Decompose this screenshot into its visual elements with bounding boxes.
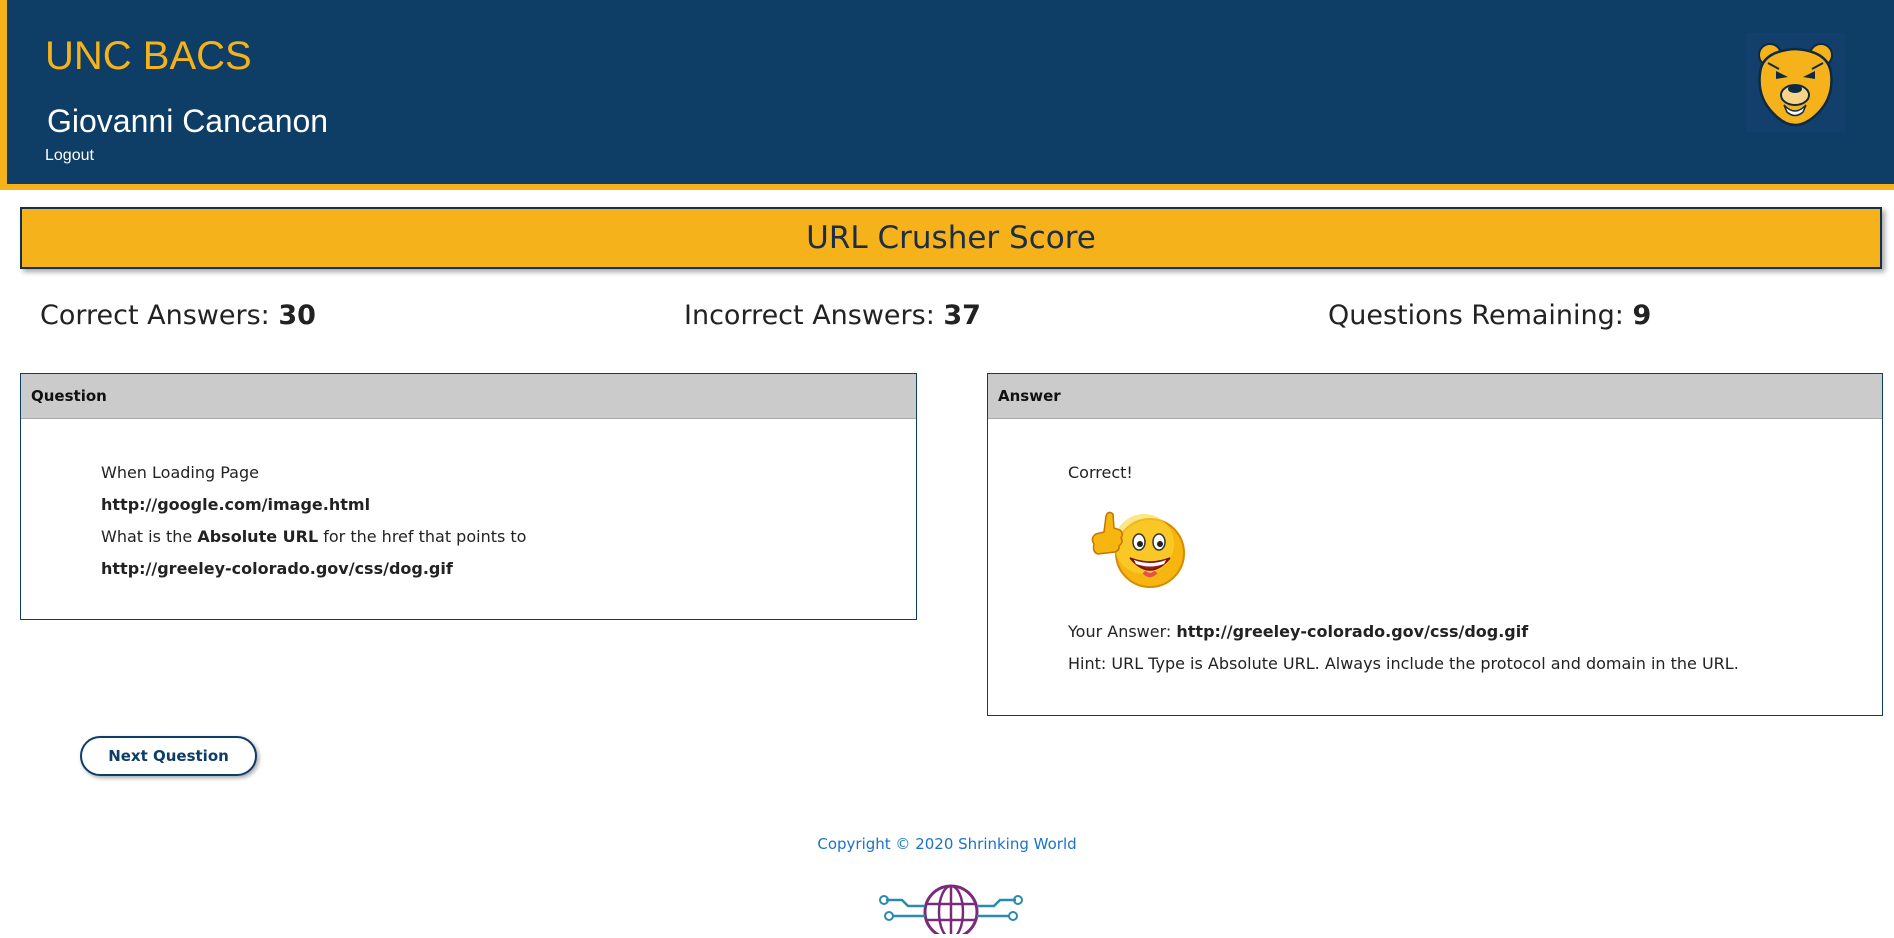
incorrect-answers-label: Incorrect Answers: bbox=[684, 300, 944, 331]
globe-circuit-icon bbox=[878, 876, 1024, 938]
question-prompt-prefix: What is the bbox=[101, 527, 198, 546]
question-target-url: http://greeley-colorado.gov/css/dog.gif bbox=[101, 559, 453, 578]
answer-result: Correct! bbox=[1068, 463, 1133, 482]
incorrect-answers-stat: Incorrect Answers: 37 bbox=[684, 300, 981, 331]
correct-answers-label: Correct Answers: bbox=[40, 300, 279, 331]
score-title: URL Crusher Score bbox=[20, 207, 1882, 269]
question-prompt-suffix: for the href that points to bbox=[318, 527, 527, 546]
answer-hint: Hint: URL Type is Absolute URL. Always i… bbox=[1068, 654, 1739, 673]
question-page-url: http://google.com/image.html bbox=[101, 495, 371, 514]
question-panel-heading: Question bbox=[21, 374, 916, 419]
incorrect-answers-value: 37 bbox=[943, 300, 981, 331]
next-question-button[interactable]: Next Question bbox=[80, 736, 257, 776]
site-header: UNC BACS Giovanni Cancanon Logout bbox=[0, 0, 1894, 190]
questions-remaining-stat: Questions Remaining: 9 bbox=[1328, 300, 1651, 331]
question-intro: When Loading Page bbox=[101, 463, 259, 482]
your-answer-value: http://greeley-colorado.gov/css/dog.gif bbox=[1176, 622, 1529, 641]
correct-answers-stat: Correct Answers: 30 bbox=[40, 300, 316, 331]
thumbs-up-smiley-icon bbox=[1084, 508, 1190, 590]
user-name: Giovanni Cancanon bbox=[47, 103, 329, 139]
question-prompt-url-type: Absolute URL bbox=[197, 527, 319, 546]
questions-remaining-label: Questions Remaining: bbox=[1328, 300, 1633, 331]
question-panel: Question When Loading Page http://google… bbox=[20, 373, 917, 620]
your-answer-line: Your Answer: http://greeley-colorado.gov… bbox=[1068, 622, 1528, 641]
your-answer-label: Your Answer: bbox=[1068, 622, 1177, 641]
questions-remaining-value: 9 bbox=[1632, 300, 1652, 331]
site-brand: UNC BACS bbox=[45, 34, 252, 78]
logout-link[interactable]: Logout bbox=[45, 147, 94, 165]
bear-head-logo-icon bbox=[1746, 33, 1845, 132]
answer-panel-heading: Answer bbox=[988, 374, 1882, 419]
question-prompt: What is the Absolute URL for the href th… bbox=[101, 527, 526, 546]
correct-answers-value: 30 bbox=[278, 300, 316, 331]
footer-copyright: Copyright © 2020 Shrinking World bbox=[817, 835, 1077, 853]
answer-panel: Answer Correct! Your Answer: http://gree… bbox=[987, 373, 1883, 716]
